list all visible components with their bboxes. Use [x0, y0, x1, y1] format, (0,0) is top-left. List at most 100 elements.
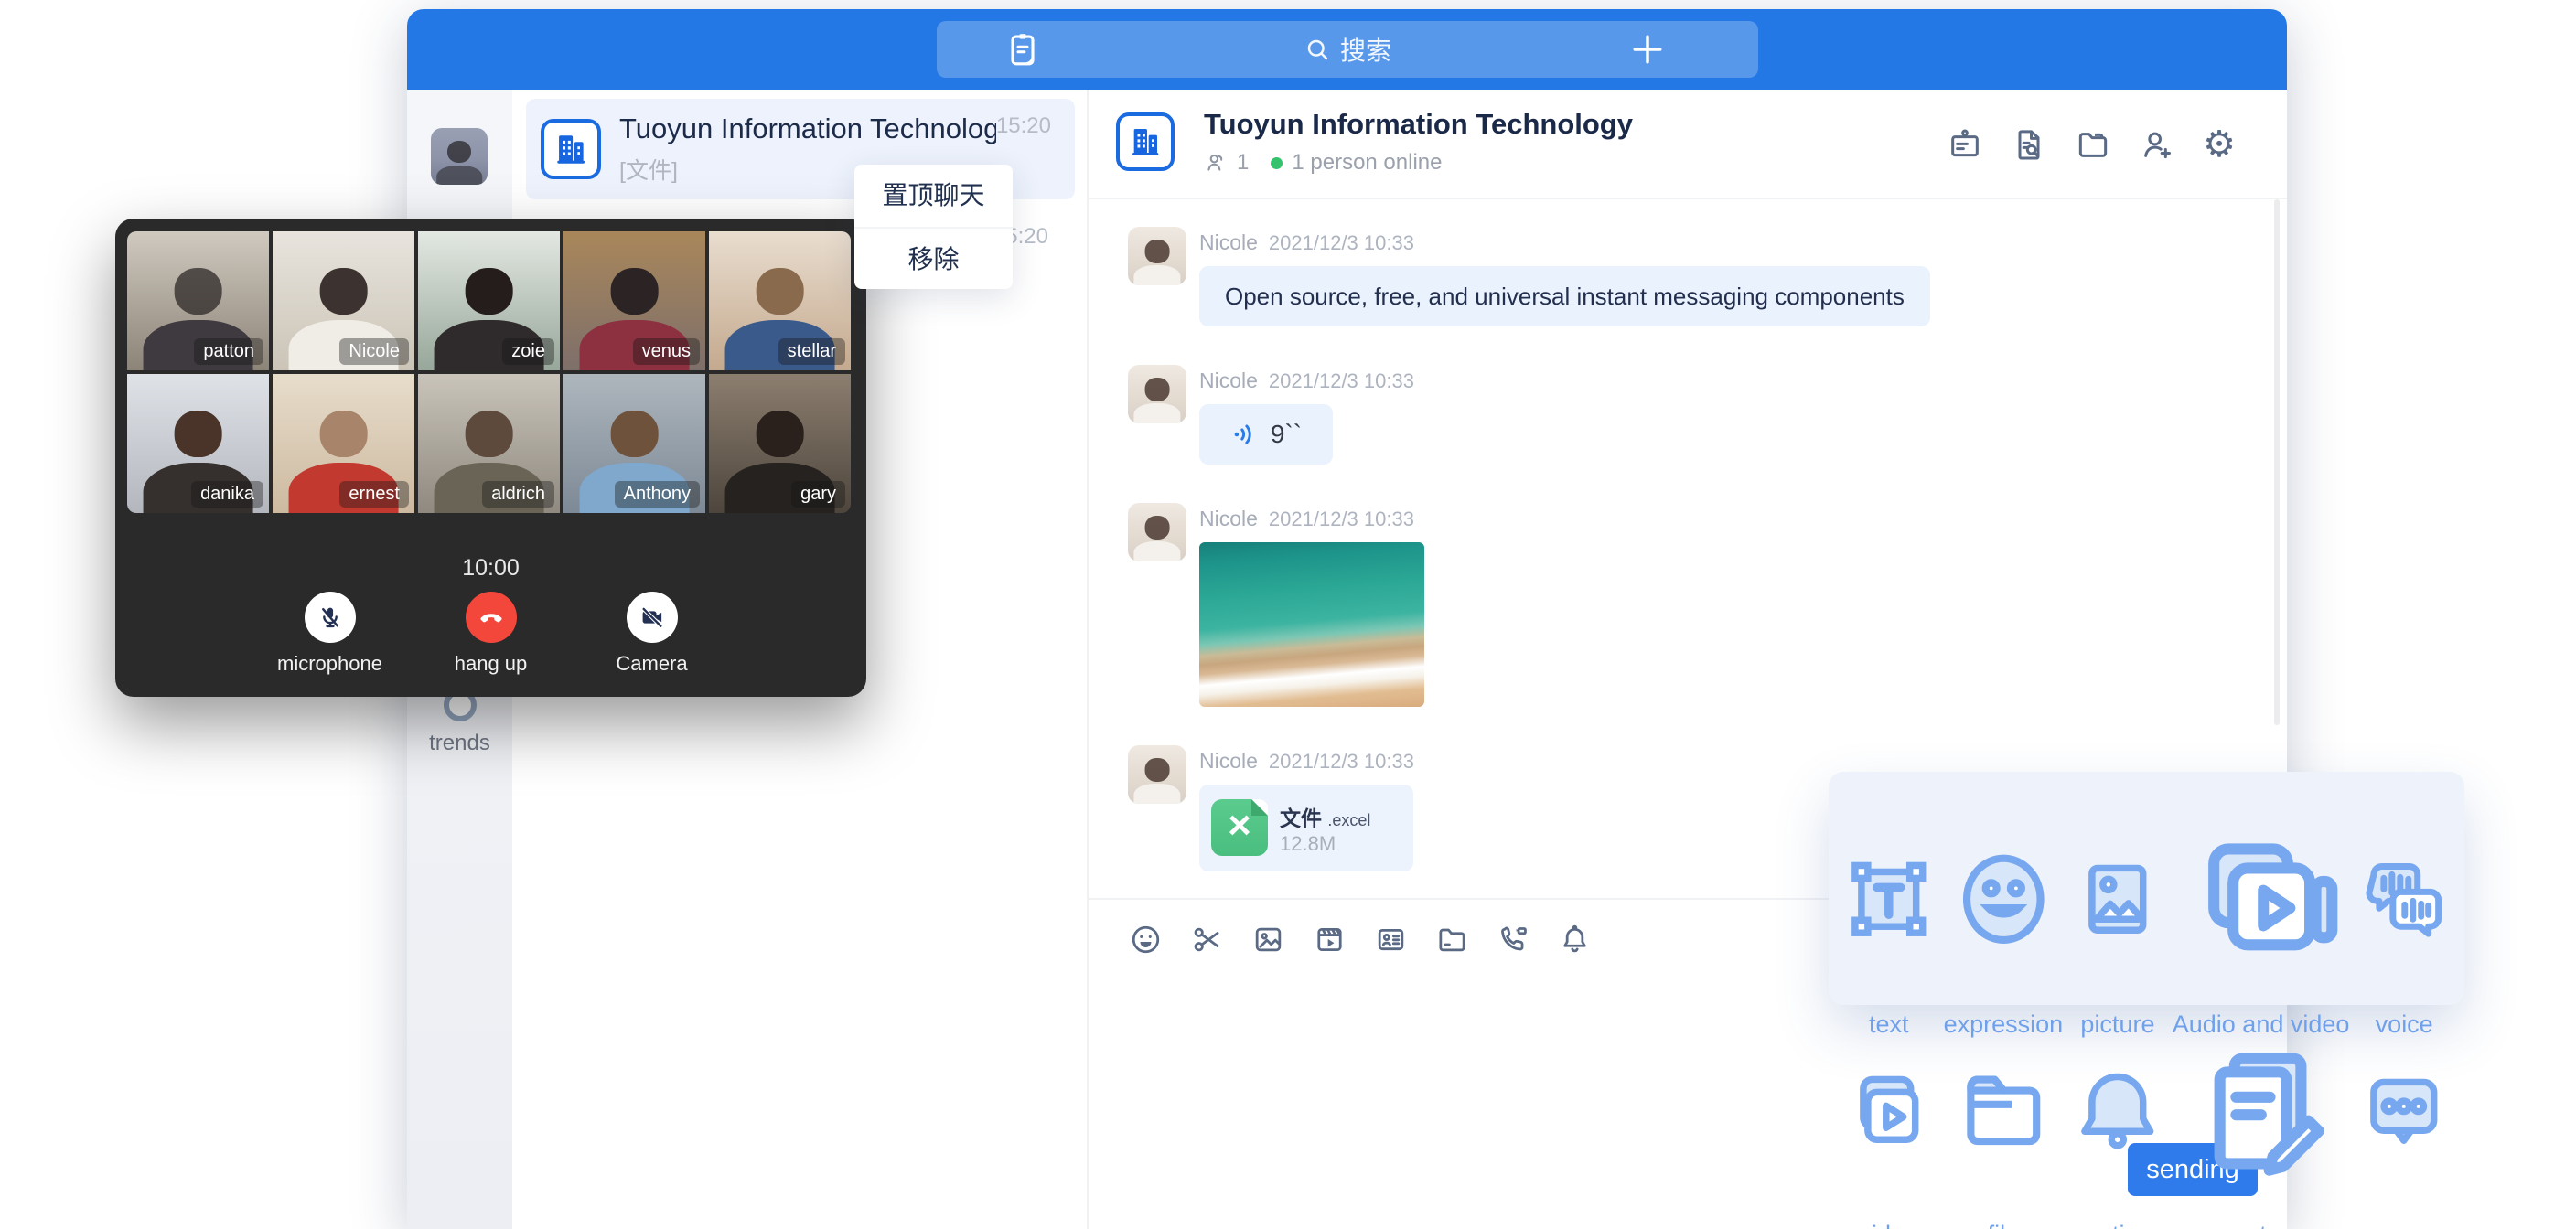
participant-tile: patton	[127, 231, 269, 370]
picture-icon	[2063, 794, 2173, 1005]
members-icon	[1204, 151, 1228, 175]
sender-name: Nicole	[1199, 230, 1258, 254]
screenshot-icon[interactable]	[1190, 923, 1224, 956]
file-name: 文件	[1280, 807, 1322, 830]
hang-up-button[interactable]: hang up	[438, 592, 543, 676]
attach-item-audio-video[interactable]: Audio and video	[2173, 794, 2350, 1005]
expression-icon	[1944, 794, 2064, 1005]
call-icon[interactable]	[1497, 923, 1530, 956]
participant-tile: zoie	[418, 231, 560, 370]
participant-tile: stellar	[709, 231, 851, 370]
participant-name: ernest	[339, 481, 409, 508]
video-call-overlay: patton Nicole zoie venus stellar danika …	[115, 219, 866, 697]
file-size: 12.8M	[1280, 832, 1336, 856]
participant-tile: danika	[127, 374, 269, 513]
sender-name: Nicole	[1199, 749, 1258, 773]
top-bar: 搜索	[407, 9, 2287, 90]
plus-icon[interactable]	[1627, 29, 1668, 69]
message-voice: Nicole 2021/12/3 10:33	[1128, 365, 2287, 465]
voice-icon	[2349, 794, 2459, 1005]
participant-name: danika	[191, 481, 263, 508]
more-icon	[2349, 1005, 2459, 1216]
attach-item-picture[interactable]: picture	[2063, 794, 2173, 1005]
chat-record-icon[interactable]	[2011, 126, 2047, 163]
add-member-icon[interactable]	[2139, 126, 2175, 163]
attach-label: more	[2349, 1221, 2459, 1229]
participant-name: Anthony	[615, 481, 700, 508]
nav-item-trends[interactable]: trends	[407, 689, 512, 756]
hang-up-label: hang up	[438, 652, 543, 676]
attach-item-text[interactable]: text	[1834, 794, 1944, 1005]
message-timestamp: 2021/12/3 10:33	[1269, 369, 1414, 392]
sender-avatar[interactable]	[1128, 503, 1186, 561]
file-icon[interactable]	[1435, 923, 1469, 956]
excel-file-icon	[1211, 799, 1268, 856]
attach-label: video	[1834, 1221, 1944, 1229]
my-avatar[interactable]	[431, 128, 488, 185]
folder-icon[interactable]	[2075, 126, 2111, 163]
chat-header: Tuoyun Information Technology 1 1 person…	[1089, 90, 2287, 199]
sender-name: Nicole	[1199, 369, 1258, 392]
avatar-photo	[431, 128, 488, 185]
message-image: Nicole 2021/12/3 10:33	[1128, 503, 2287, 707]
building-icon	[1116, 112, 1175, 171]
attach-item-video[interactable]: video	[1834, 1005, 1944, 1216]
screen: 搜索 trends	[0, 0, 2576, 1229]
scrollbar[interactable]	[2274, 199, 2280, 725]
participant-name: venus	[633, 338, 700, 365]
notice-icon[interactable]	[1558, 923, 1592, 956]
conversation-title: Tuoyun Information Technology	[619, 112, 996, 145]
camera-button[interactable]: Camera	[599, 592, 704, 676]
attach-popup: text expression picture	[1829, 772, 2464, 1005]
search-bar[interactable]: 搜索	[937, 21, 1758, 78]
video-icon[interactable]	[1313, 923, 1347, 956]
settings-icon[interactable]: ⚙	[2203, 126, 2236, 163]
attach-item-file[interactable]: file	[1944, 1005, 2064, 1216]
file-message[interactable]: 文件 .excel 12.8M	[1199, 785, 1413, 871]
sender-avatar[interactable]	[1128, 745, 1186, 804]
microphone-label: microphone	[277, 652, 382, 676]
voice-duration: 9``	[1271, 420, 1302, 449]
online-dot	[1271, 157, 1283, 169]
participant-tile: Nicole	[273, 231, 414, 370]
phone-down-icon	[477, 603, 506, 632]
participant-tile: venus	[564, 231, 705, 370]
online-status: 1 person online	[1292, 150, 1442, 176]
menu-item-pin-chat[interactable]: 置顶聊天	[854, 165, 1013, 227]
picture-icon[interactable]	[1251, 923, 1285, 956]
sender-avatar[interactable]	[1128, 227, 1186, 285]
message-bubble[interactable]: Open source, free, and universal instant…	[1199, 266, 1930, 326]
attach-label: custom	[2173, 1221, 2350, 1229]
attach-label: notice	[2063, 1221, 2173, 1229]
participant-tile: aldrich	[418, 374, 560, 513]
emoji-icon[interactable]	[1129, 923, 1163, 956]
text-icon	[1834, 794, 1944, 1005]
attach-item-custom[interactable]: custom	[2173, 1005, 2350, 1216]
attach-item-notice[interactable]: notice	[2063, 1005, 2173, 1216]
microphone-button[interactable]: microphone	[277, 592, 382, 676]
attach-item-voice[interactable]: voice	[2349, 794, 2459, 1005]
header-actions: ⚙	[1947, 126, 2236, 163]
building-icon	[541, 119, 601, 179]
participant-name: zoie	[502, 338, 554, 365]
image-message[interactable]	[1199, 542, 1424, 707]
call-controls: microphone hang up	[115, 592, 866, 676]
search-icon	[1304, 36, 1331, 63]
message-text: Nicole2021/12/3 10:33 Open source, free,…	[1128, 227, 2287, 326]
attach-item-expression[interactable]: expression	[1944, 794, 2064, 1005]
context-menu: 置顶聊天 移除	[854, 165, 1013, 289]
voice-message-bubble[interactable]: 9``	[1199, 404, 1333, 465]
video-icon	[1834, 1005, 1944, 1216]
attach-item-more[interactable]: more	[2349, 1005, 2459, 1216]
message-timestamp: 2021/12/3 10:33	[1269, 508, 1414, 530]
participant-tile: Anthony	[564, 374, 705, 513]
menu-item-remove[interactable]: 移除	[854, 227, 1013, 289]
message-timestamp: 2021/12/3 10:33	[1269, 750, 1414, 773]
attach-label: file	[1944, 1221, 2064, 1229]
group-notice-icon[interactable]	[1947, 126, 1983, 163]
audio-video-icon	[2173, 794, 2350, 1005]
sender-avatar[interactable]	[1128, 365, 1186, 423]
file-ext: .excel	[1327, 811, 1370, 829]
sender-name: Nicole	[1199, 507, 1258, 530]
contact-card-icon[interactable]	[1374, 923, 1408, 956]
